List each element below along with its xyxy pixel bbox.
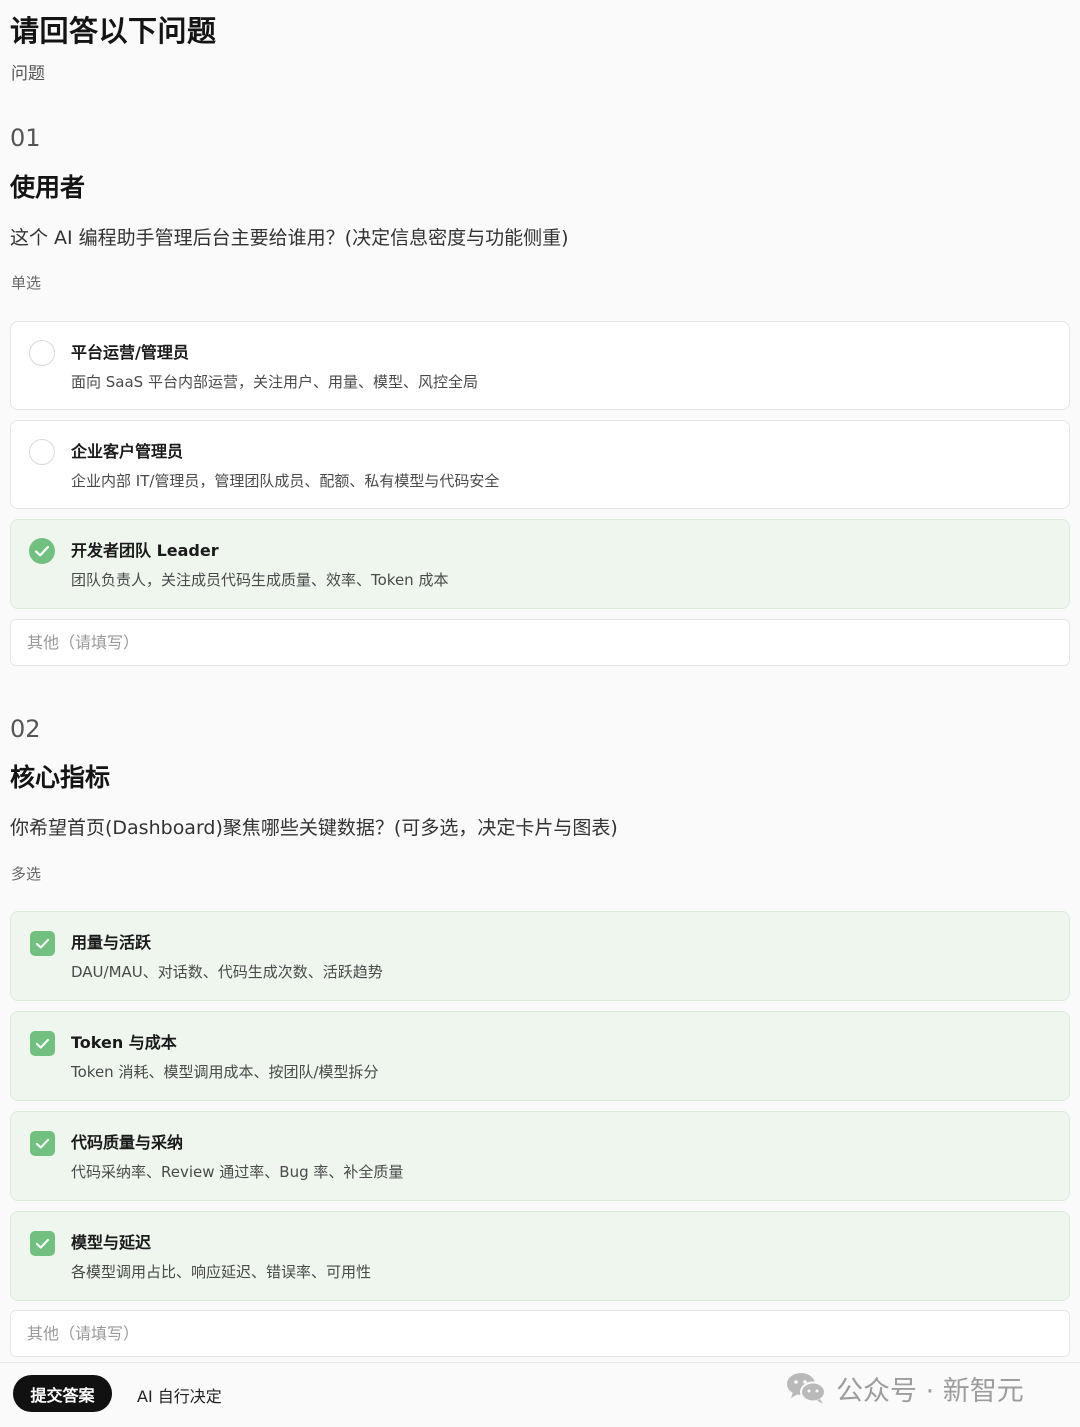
option-label: 模型与延迟	[71, 1233, 152, 1252]
question-1-number: 01	[10, 124, 41, 152]
option-description: 各模型调用占比、响应延迟、错误率、可用性	[71, 1263, 372, 1281]
watermark-text: 公众号 · 新智元	[836, 1375, 1024, 1407]
option-team-leader[interactable]: 开发者团队 Leader 团队负责人，关注成员代码生成质量、效率、Token 成…	[10, 519, 1070, 609]
option-description: 团队负责人，关注成员代码生成质量、效率、Token 成本	[71, 571, 449, 589]
option-label: 开发者团队 Leader	[71, 541, 219, 560]
other-input-q2[interactable]	[10, 1310, 1070, 1357]
checkbox-checked-icon[interactable]	[30, 931, 55, 956]
option-label: 代码质量与采纳	[71, 1133, 184, 1152]
question-1-title: 使用者	[10, 173, 86, 202]
checkbox-checked-icon[interactable]	[30, 1231, 55, 1256]
radio-unchecked-icon[interactable]	[29, 439, 55, 465]
page-title: 请回答以下问题	[10, 14, 217, 48]
option-usage-activity[interactable]: 用量与活跃 DAU/MAU、对话数、代码生成次数、活跃趋势	[10, 911, 1070, 1001]
option-code-quality[interactable]: 代码质量与采纳 代码采纳率、Review 通过率、Bug 率、补全质量	[10, 1111, 1070, 1201]
option-model-latency[interactable]: 模型与延迟 各模型调用占比、响应延迟、错误率、可用性	[10, 1211, 1070, 1301]
option-token-cost[interactable]: Token 与成本 Token 消耗、模型调用成本、按团队/模型拆分	[10, 1011, 1070, 1101]
bottom-action-bar: 提交答案 AI 自行决定 公众号 · 新智元	[0, 1362, 1080, 1427]
watermark: 公众号 · 新智元	[786, 1368, 1024, 1408]
question-2-number: 02	[10, 715, 41, 743]
checkbox-checked-icon[interactable]	[30, 1031, 55, 1056]
page-subtitle: 问题	[11, 64, 45, 84]
option-label: Token 与成本	[71, 1033, 177, 1052]
option-label: 用量与活跃	[71, 933, 152, 952]
question-2-title: 核心指标	[10, 763, 111, 792]
question-2-description: 你希望首页(Dashboard)聚焦哪些关键数据？(可多选，决定卡片与图表)	[10, 817, 618, 839]
wechat-icon	[787, 1373, 826, 1404]
question-1-type: 单选	[11, 274, 42, 292]
radio-unchecked-icon[interactable]	[29, 340, 55, 366]
question-2-type: 多选	[11, 865, 42, 883]
option-description: 面向 SaaS 平台内部运营，关注用户、用量、模型、风控全局	[71, 373, 478, 391]
other-input-q1[interactable]	[10, 619, 1070, 666]
questionnaire-page: 请回答以下问题 问题 01 使用者 这个 AI 编程助手管理后台主要给谁用？(决…	[0, 0, 1080, 1427]
option-description: 企业内部 IT/管理员，管理团队成员、配额、私有模型与代码安全	[71, 472, 500, 490]
option-label: 平台运营/管理员	[71, 343, 189, 362]
ai-decide-link[interactable]: AI 自行决定	[137, 1383, 222, 1407]
option-enterprise-admin[interactable]: 企业客户管理员 企业内部 IT/管理员，管理团队成员、配额、私有模型与代码安全	[10, 420, 1070, 509]
option-description: DAU/MAU、对话数、代码生成次数、活跃趋势	[71, 963, 383, 981]
submit-answer-button[interactable]: 提交答案	[13, 1375, 112, 1412]
question-1-description: 这个 AI 编程助手管理后台主要给谁用？(决定信息密度与功能侧重)	[10, 227, 569, 249]
option-label: 企业客户管理员	[71, 442, 184, 461]
option-platform-admin[interactable]: 平台运营/管理员 面向 SaaS 平台内部运营，关注用户、用量、模型、风控全局	[10, 321, 1070, 410]
radio-checked-icon[interactable]	[29, 538, 55, 564]
checkbox-checked-icon[interactable]	[30, 1131, 55, 1156]
option-description: Token 消耗、模型调用成本、按团队/模型拆分	[71, 1063, 379, 1081]
option-description: 代码采纳率、Review 通过率、Bug 率、补全质量	[71, 1163, 404, 1181]
